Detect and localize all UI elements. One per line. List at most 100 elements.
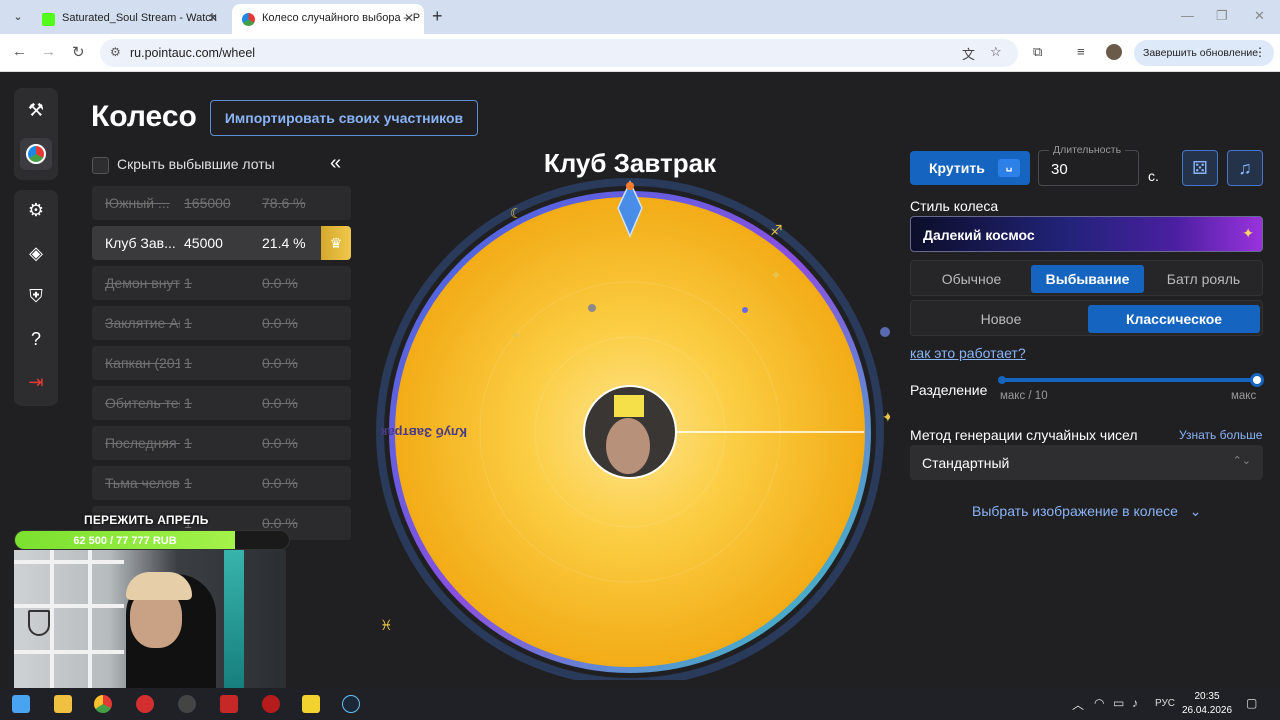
translate-icon[interactable]: 文 [962, 44, 975, 63]
rng-learn-more-link[interactable]: Узнать больше [1179, 428, 1262, 442]
clock-time[interactable]: 20:35 [1182, 691, 1232, 702]
wheel-pie-icon[interactable] [20, 138, 52, 170]
obs-icon[interactable] [178, 695, 196, 713]
tab-title: Колесо случайного выбора – P [262, 12, 421, 24]
planet-icon [742, 307, 748, 313]
notifications-icon[interactable]: ▢ [1246, 696, 1257, 710]
maximize-icon[interactable]: ❐ [1216, 8, 1228, 24]
browser-tab-stream[interactable]: Saturated_Soul Stream - Watch ✕ [32, 4, 228, 34]
slider-handle[interactable] [1250, 373, 1264, 387]
choose-wheel-image-button[interactable]: Выбрать изображение в колесе ⌄ [972, 503, 1201, 520]
lot-row[interactable]: Капкан (2010)1 0.0 % [92, 346, 351, 380]
lot-row[interactable]: Последняя см...1 0.0 % [92, 426, 351, 460]
mode-elimination[interactable]: Выбывание [1031, 265, 1144, 293]
layers-icon[interactable]: ◈ [20, 237, 52, 269]
split-min-label: макс / 10 [1000, 390, 1048, 402]
app-icon[interactable] [220, 695, 238, 713]
lot-row[interactable]: Заклятие Аме...1 0.0 % [92, 306, 351, 340]
site-info-icon[interactable]: ⚙ [110, 45, 121, 59]
variant-new[interactable]: Новое [915, 305, 1087, 333]
duration-value[interactable]: 30 [1051, 161, 1068, 178]
lot-amount: 1 [184, 315, 192, 331]
streamer-logo-icon [28, 610, 50, 636]
mode-battle-royale[interactable]: Батл рояль [1147, 265, 1260, 293]
app-icon[interactable] [302, 695, 320, 713]
checkbox-box[interactable] [92, 156, 109, 174]
kick-favicon-icon [42, 13, 55, 26]
duration-field[interactable]: Длительность 30 [1038, 144, 1139, 186]
shelf [88, 550, 92, 704]
opera-icon[interactable] [136, 695, 154, 713]
browser-toolbar: ← → ↻ ⚙ ru.pointauc.com/wheel 文 ☆ ⧉ ≡ За… [0, 34, 1280, 72]
lot-percent: 0.0 % [262, 395, 298, 411]
wheel-style-value: Далекий космос [923, 227, 1035, 243]
bookmark-star-icon[interactable]: ☆ [990, 44, 1002, 60]
auction-gavel-icon[interactable]: ⚒ [20, 94, 52, 126]
explorer-icon[interactable] [54, 695, 72, 713]
duration-label: Длительность [1049, 144, 1126, 156]
wheel-canvas[interactable]: Клуб Завтрак ✦ ✦ ✦ ✦ ✦ ♐ ♓ ☾ [370, 160, 890, 680]
tab-search-dropdown-icon[interactable]: ⌄ [8, 7, 28, 27]
how-it-works-link[interactable]: как это работает? [910, 345, 1026, 361]
minimize-icon[interactable]: — [1181, 8, 1194, 23]
spin-button[interactable]: Крутить ␣ [910, 151, 1030, 185]
lot-row[interactable]: Клуб Зав... 45000 21.4 % ♛ [92, 226, 351, 260]
star-icon: ✦ [510, 328, 522, 344]
avatar-crown [614, 395, 644, 417]
hide-eliminated-checkbox[interactable]: Скрыть выбывшие лоты [92, 156, 275, 174]
wheel-style-select[interactable]: Далекий космос ✦ [910, 216, 1263, 252]
browser-tab-wheel[interactable]: Колесо случайного выбора – P ✕ [232, 4, 424, 34]
language-indicator[interactable]: РУС [1155, 698, 1175, 709]
tab-close-icon[interactable]: ✕ [208, 11, 218, 25]
url-text[interactable]: ru.pointauc.com/wheel [130, 46, 255, 60]
choose-image-label: Выбрать изображение в колесе [972, 503, 1178, 519]
split-slider[interactable] [998, 373, 1264, 387]
help-icon[interactable]: ? [20, 323, 52, 355]
back-icon[interactable]: ← [12, 43, 27, 60]
app-icon[interactable] [262, 695, 280, 713]
rng-select[interactable]: Стандартный ⌃⌄ [910, 445, 1263, 480]
lot-name: Обитель теней [105, 395, 180, 411]
battery-icon[interactable]: ▭ [1113, 696, 1124, 710]
start-icon[interactable] [12, 695, 30, 713]
tab-close-icon[interactable]: ✕ [404, 11, 414, 25]
dice-random-icon[interactable]: ⚄ [1182, 150, 1218, 186]
tray-chevron-icon[interactable]: ︿ [1072, 696, 1084, 713]
address-bar[interactable]: ⚙ ru.pointauc.com/wheel 文 ☆ [100, 39, 1018, 67]
volume-icon[interactable]: ♪ [1132, 696, 1138, 710]
chrome-icon[interactable] [94, 695, 112, 713]
profile-avatar[interactable] [1106, 44, 1122, 60]
lot-name: Заклятие Аме... [105, 315, 180, 331]
import-participants-button[interactable]: Импортировать своих участников [210, 100, 478, 136]
lot-row[interactable]: Обитель теней1 0.0 % [92, 386, 351, 420]
pointer-tip [626, 182, 634, 190]
variant-classic[interactable]: Классическое [1088, 305, 1260, 333]
forward-icon[interactable]: → [41, 43, 56, 60]
lot-percent: 0.0 % [262, 315, 298, 331]
settings-gear-icon[interactable]: ⚙ [20, 194, 52, 226]
chevron-down-icon: ⌄ [1181, 503, 1202, 519]
update-label: Завершить обновление [1143, 47, 1259, 59]
lot-row[interactable]: Демон внутри...1 0.0 % [92, 266, 351, 300]
goal-progress-text: 62 500 / 77 777 RUB [73, 535, 177, 547]
update-browser-button[interactable]: Завершить обновление ⋮ [1134, 40, 1274, 66]
wifi-icon[interactable]: ◠ [1094, 696, 1104, 710]
lot-row[interactable]: Тьма человеч...1 0.0 % [92, 466, 351, 500]
lot-amount: 165000 [184, 195, 231, 211]
lot-row[interactable]: Южный ... 165000 78.6 % [92, 186, 351, 220]
lot-name: Тьма человеч... [105, 475, 180, 491]
clock-date[interactable]: 26.04.2026 [1178, 705, 1236, 716]
logout-icon[interactable]: ⇥ [20, 366, 52, 398]
collapse-panel-icon[interactable]: « [330, 152, 341, 175]
steam-icon[interactable] [342, 695, 360, 713]
media-control-icon[interactable]: ≡ [1077, 44, 1085, 59]
new-tab-button[interactable]: + [432, 6, 443, 27]
extensions-icon[interactable]: ⧉ [1033, 44, 1042, 60]
reload-icon[interactable]: ↻ [72, 43, 85, 61]
shelf [14, 650, 124, 654]
mode-normal[interactable]: Обычное [915, 265, 1028, 293]
shield-icon[interactable]: ⛨ [20, 280, 52, 312]
window-close-icon[interactable]: ✕ [1254, 8, 1265, 24]
music-icon[interactable]: ♫ [1227, 150, 1263, 186]
more-menu-icon[interactable]: ⋮ [1254, 45, 1266, 59]
